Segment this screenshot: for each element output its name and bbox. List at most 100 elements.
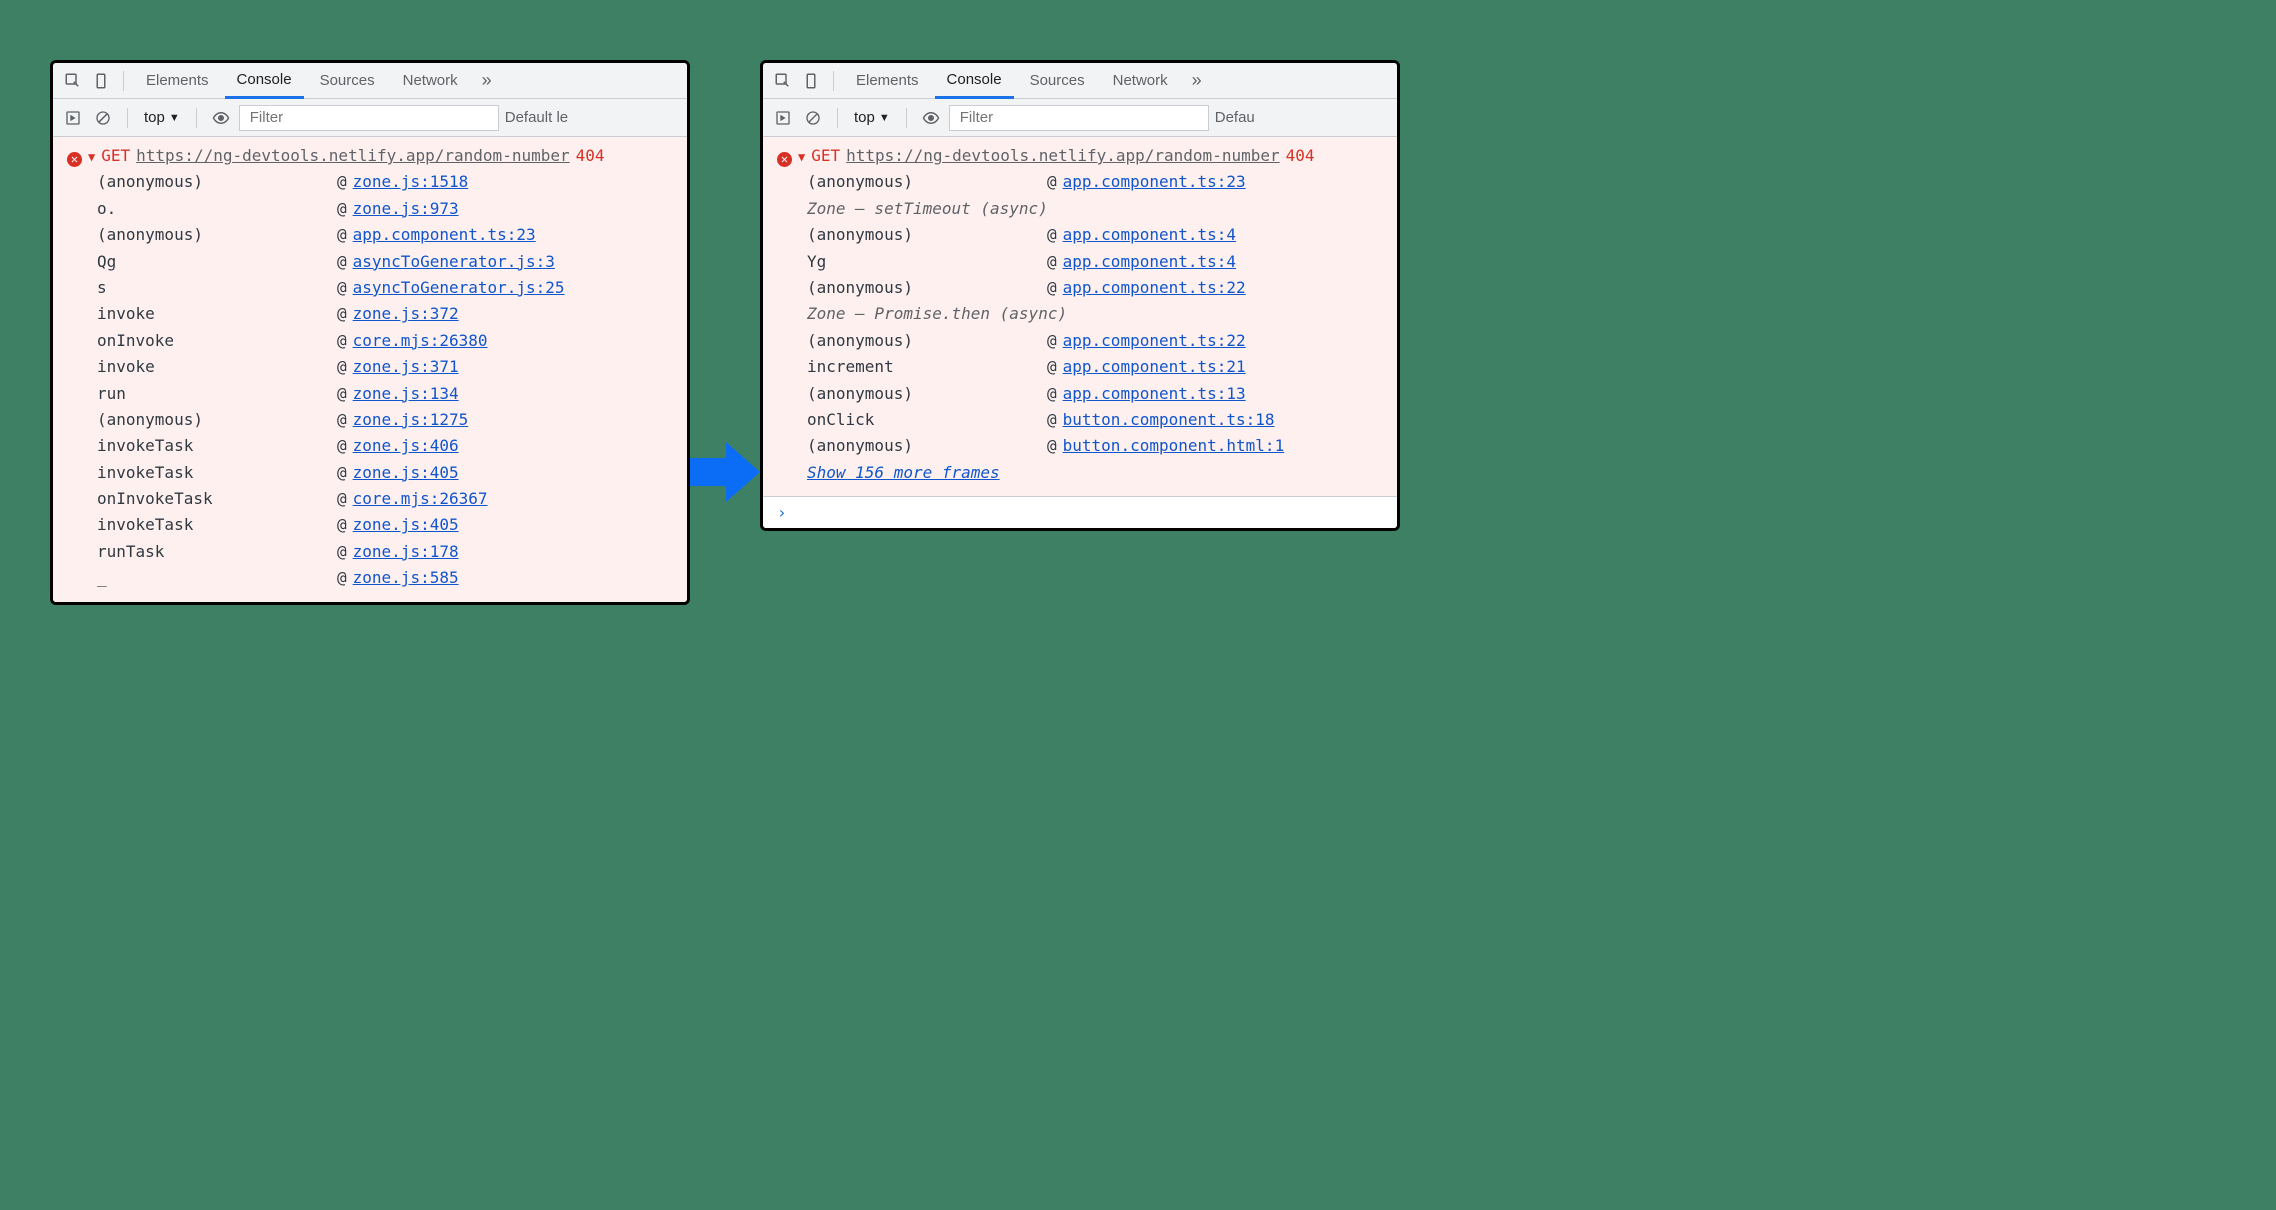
console-sidebar-toggle-icon[interactable] (61, 106, 85, 130)
main-toolbar: Elements Console Sources Network » (53, 63, 687, 99)
collapse-triangle-icon[interactable]: ▼ (88, 148, 95, 168)
stack-function: (anonymous) (807, 222, 1047, 248)
stack-source-link[interactable]: app.component.ts:4 (1063, 222, 1236, 248)
stack-source-link[interactable]: app.component.ts:22 (1063, 275, 1246, 301)
error-header[interactable]: ✕ ▼ GET https://ng-devtools.netlify.app/… (763, 143, 1397, 169)
live-expression-icon[interactable] (209, 106, 233, 130)
live-expression-icon[interactable] (919, 106, 943, 130)
inspect-icon[interactable] (61, 69, 85, 93)
stack-function: invokeTask (97, 460, 337, 486)
tab-elements[interactable]: Elements (134, 63, 221, 99)
tab-sources[interactable]: Sources (1018, 63, 1097, 99)
stack-frame: (anonymous)@zone.js:1518 (53, 169, 687, 195)
stack-source-link[interactable]: zone.js:178 (353, 539, 459, 565)
toolbar-separator (833, 71, 834, 91)
tab-console[interactable]: Console (935, 63, 1014, 99)
stack-function: runTask (97, 539, 337, 565)
console-prompt[interactable]: › (763, 496, 1397, 528)
device-toggle-icon[interactable] (89, 69, 113, 93)
stack-frame: onInvokeTask@core.mjs:26367 (53, 486, 687, 512)
console-output: ✕ ▼ GET https://ng-devtools.netlify.app/… (763, 137, 1397, 496)
stack-source-link[interactable]: zone.js:134 (353, 381, 459, 407)
status-code: 404 (1286, 143, 1315, 169)
stack-frame: (anonymous)@app.component.ts:23 (763, 169, 1397, 195)
stack-function: Qg (97, 249, 337, 275)
stack-frame: (anonymous)@app.component.ts:23 (53, 222, 687, 248)
stack-source-link[interactable]: zone.js:371 (353, 354, 459, 380)
tab-sources[interactable]: Sources (308, 63, 387, 99)
context-selector[interactable]: top ▼ (140, 109, 184, 126)
at-symbol: @ (337, 486, 347, 512)
error-url[interactable]: https://ng-devtools.netlify.app/random-n… (846, 143, 1279, 169)
tab-network[interactable]: Network (391, 63, 470, 99)
stack-source-link[interactable]: app.component.ts:21 (1063, 354, 1246, 380)
at-symbol: @ (337, 433, 347, 459)
stack-source-link[interactable]: zone.js:585 (353, 565, 459, 591)
stack-function: invoke (97, 354, 337, 380)
filter-input[interactable] (239, 105, 499, 131)
stack-source-link[interactable]: asyncToGenerator.js:25 (353, 275, 565, 301)
clear-console-icon[interactable] (801, 106, 825, 130)
arrow-right-icon (690, 440, 760, 504)
stack-source-link[interactable]: app.component.ts:23 (1063, 169, 1246, 195)
stack-source-link[interactable]: button.component.ts:18 (1063, 407, 1275, 433)
stack-source-link[interactable]: zone.js:1275 (353, 407, 469, 433)
stack-source-link[interactable]: zone.js:405 (353, 512, 459, 538)
log-levels[interactable]: Defau (1215, 109, 1255, 126)
at-symbol: @ (337, 512, 347, 538)
stack-function: (anonymous) (807, 275, 1047, 301)
at-symbol: @ (337, 249, 347, 275)
stack-frame: Yg@app.component.ts:4 (763, 249, 1397, 275)
stack-source-link[interactable]: zone.js:372 (353, 301, 459, 327)
clear-console-icon[interactable] (91, 106, 115, 130)
stack-source-link[interactable]: app.component.ts:13 (1063, 381, 1246, 407)
tab-network[interactable]: Network (1101, 63, 1180, 99)
inspect-icon[interactable] (771, 69, 795, 93)
devtools-panel-left: Elements Console Sources Network » top ▼… (50, 60, 690, 605)
collapse-triangle-icon[interactable]: ▼ (798, 148, 805, 168)
error-url[interactable]: https://ng-devtools.netlify.app/random-n… (136, 143, 569, 169)
stack-source-link[interactable]: asyncToGenerator.js:3 (353, 249, 555, 275)
more-tabs-icon[interactable]: » (474, 70, 500, 91)
error-icon: ✕ (67, 152, 82, 167)
devtools-panel-right: Elements Console Sources Network » top ▼… (760, 60, 1400, 531)
stack-frame: Qg@asyncToGenerator.js:3 (53, 249, 687, 275)
at-symbol: @ (1047, 275, 1057, 301)
error-header[interactable]: ✕ ▼ GET https://ng-devtools.netlify.app/… (53, 143, 687, 169)
at-symbol: @ (1047, 407, 1057, 433)
stack-function: (anonymous) (97, 169, 337, 195)
tab-elements[interactable]: Elements (844, 63, 931, 99)
error-icon: ✕ (777, 152, 792, 167)
at-symbol: @ (337, 354, 347, 380)
stack-function: onInvoke (97, 328, 337, 354)
stack-source-link[interactable]: core.mjs:26380 (353, 328, 488, 354)
more-tabs-icon[interactable]: » (1184, 70, 1210, 91)
stack-function: s (97, 275, 337, 301)
zone-async-label: Zone — setTimeout (async) (763, 196, 1397, 222)
stack-source-link[interactable]: zone.js:1518 (353, 169, 469, 195)
at-symbol: @ (337, 381, 347, 407)
stack-source-link[interactable]: button.component.html:1 (1063, 433, 1285, 459)
at-symbol: @ (1047, 249, 1057, 275)
tab-console[interactable]: Console (225, 63, 304, 99)
stack-function: onClick (807, 407, 1047, 433)
device-toggle-icon[interactable] (799, 69, 823, 93)
status-code: 404 (576, 143, 605, 169)
stack-source-link[interactable]: app.component.ts:4 (1063, 249, 1236, 275)
stack-source-link[interactable]: zone.js:973 (353, 196, 459, 222)
filter-input[interactable] (949, 105, 1209, 131)
stack-source-link[interactable]: zone.js:406 (353, 433, 459, 459)
stack-source-link[interactable]: zone.js:405 (353, 460, 459, 486)
console-sidebar-toggle-icon[interactable] (771, 106, 795, 130)
stack-function: (anonymous) (807, 381, 1047, 407)
stack-source-link[interactable]: app.component.ts:22 (1063, 328, 1246, 354)
stack-frame: increment@app.component.ts:21 (763, 354, 1397, 380)
at-symbol: @ (1047, 354, 1057, 380)
log-levels[interactable]: Default le (505, 109, 568, 126)
stack-frame: (anonymous)@app.component.ts:13 (763, 381, 1397, 407)
show-more-frames[interactable]: Show 156 more frames (763, 460, 1397, 486)
subbar-separator (906, 108, 907, 128)
stack-source-link[interactable]: core.mjs:26367 (353, 486, 488, 512)
stack-source-link[interactable]: app.component.ts:23 (353, 222, 536, 248)
context-selector[interactable]: top ▼ (850, 109, 894, 126)
